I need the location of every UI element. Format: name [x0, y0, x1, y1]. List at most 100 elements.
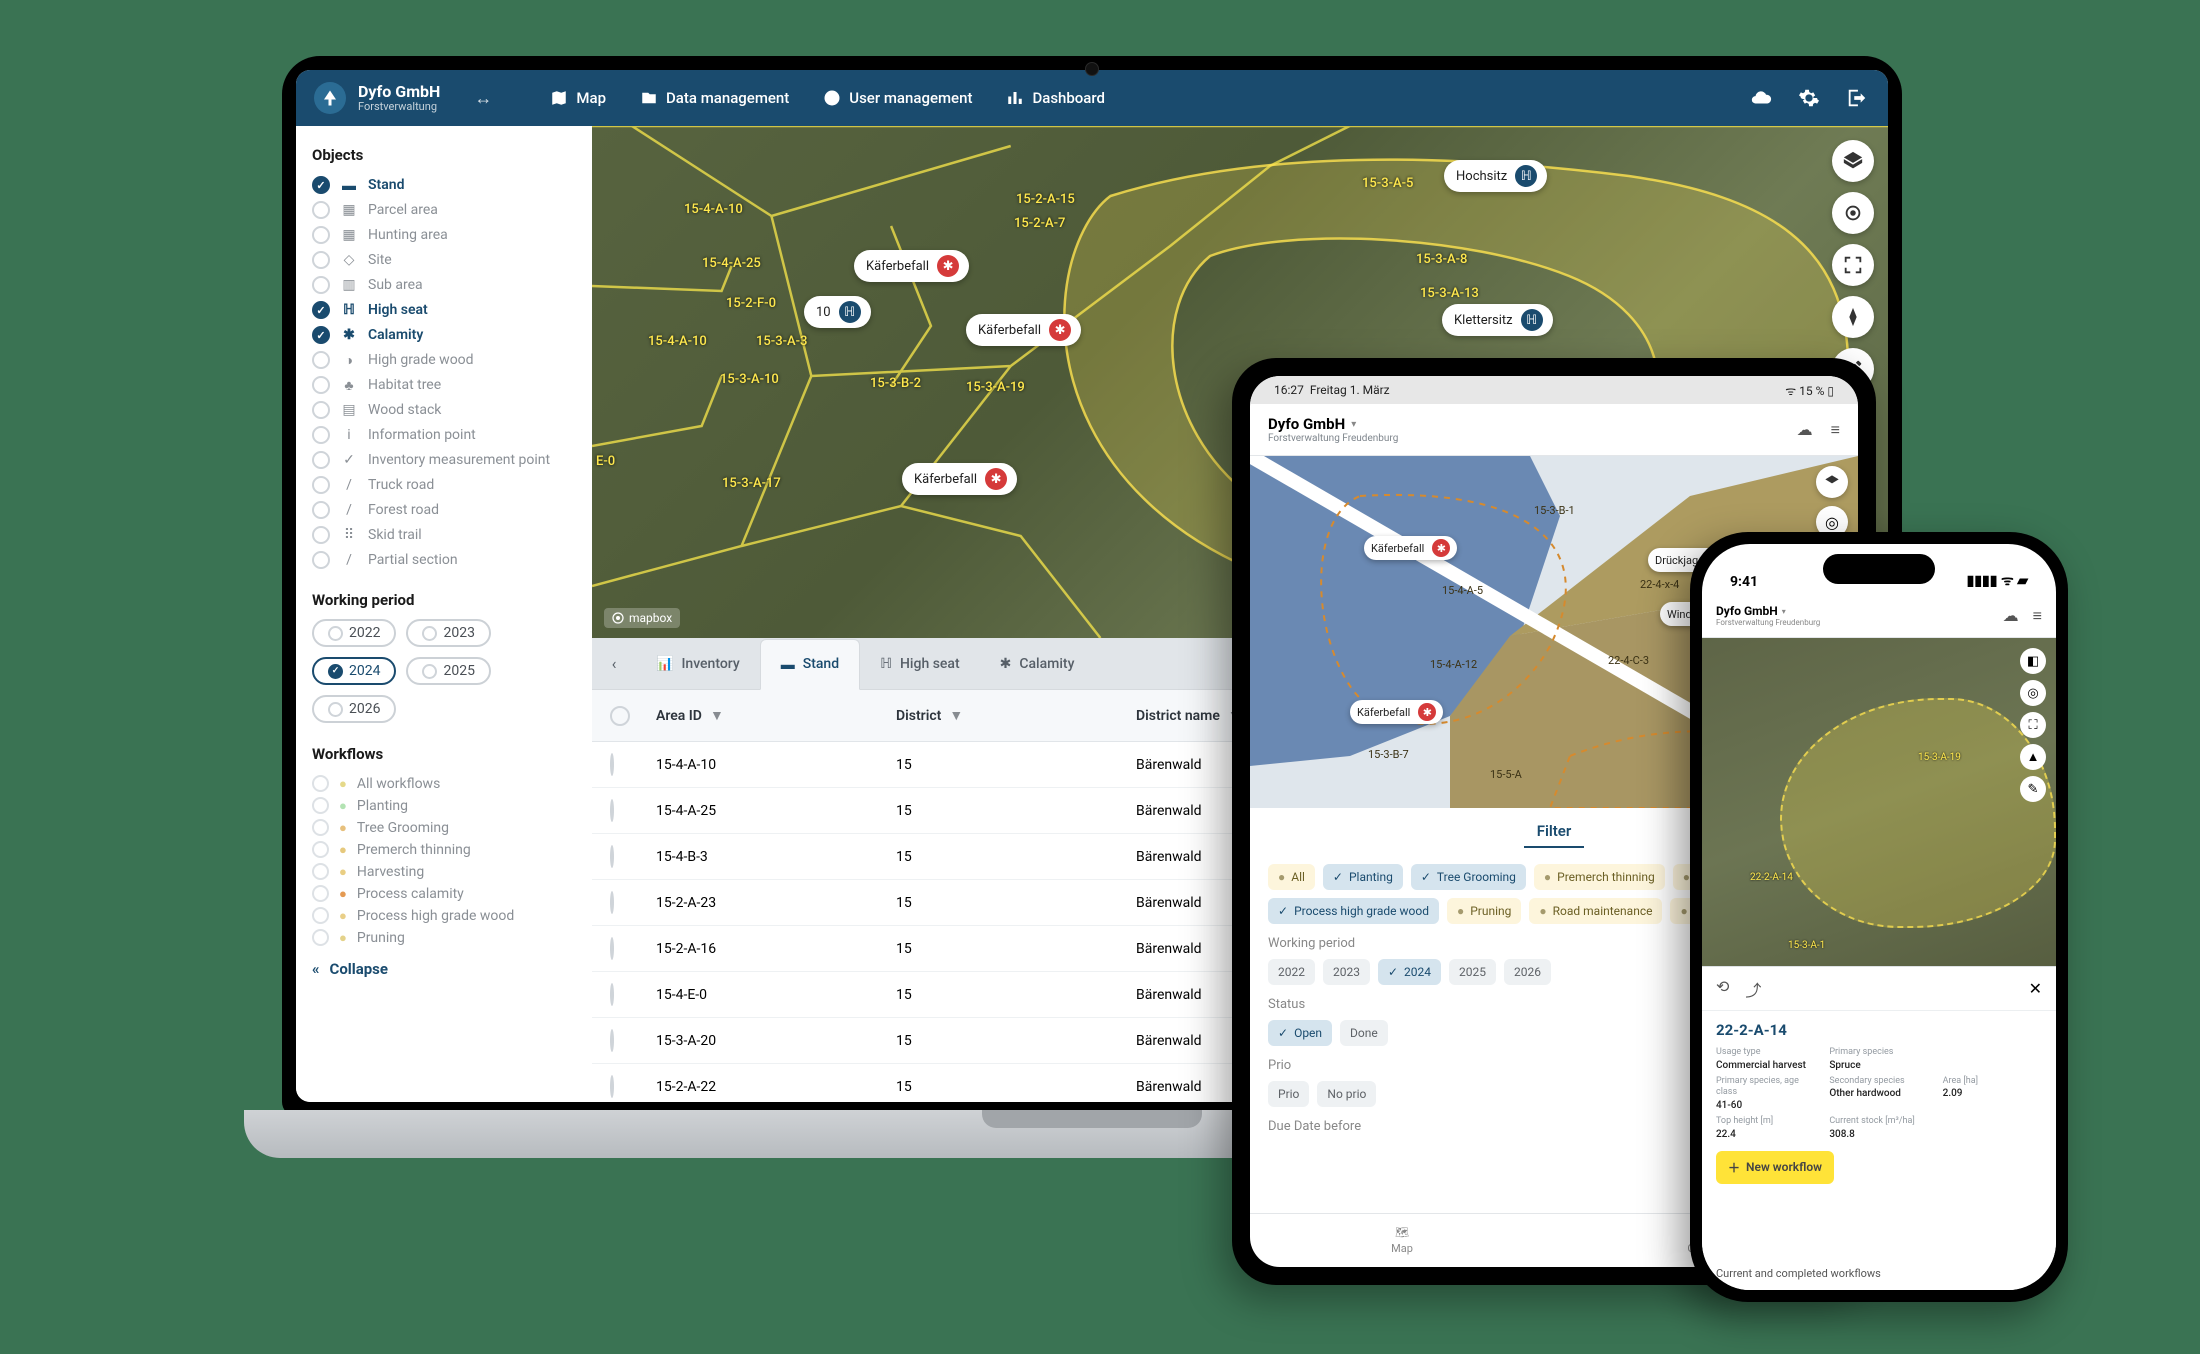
filter-chip[interactable]: ●All [1268, 864, 1315, 890]
object-item[interactable]: /Forest road [312, 499, 576, 521]
row-select[interactable] [610, 939, 656, 958]
filter-chip[interactable]: ●Road maintenance [1529, 898, 1662, 924]
year-chip[interactable]: 2026 [1504, 959, 1551, 985]
layers-icon[interactable]: ◧ [2020, 648, 2046, 674]
object-item[interactable]: ✓Inventory measurement point [312, 449, 576, 471]
filter-chip[interactable]: ✓Planting [1323, 864, 1403, 890]
map-pin[interactable]: Käferbefall✱ [1350, 700, 1443, 724]
row-select[interactable] [610, 1031, 656, 1050]
cloud-icon[interactable]: ☁ [1797, 420, 1813, 439]
tab-highseat[interactable]: ℍ High seat [860, 638, 980, 689]
nav-user[interactable]: User management [823, 89, 972, 107]
chevron-down-icon[interactable]: ▾ [1782, 607, 1786, 616]
workflow-item[interactable]: ●Harvesting [312, 861, 576, 882]
map-pin[interactable]: Käferbefall✱ [1364, 536, 1457, 560]
layers-icon[interactable] [1816, 466, 1848, 498]
phone-map[interactable]: 22-2-A-1415-3-A-1915-3-A-1 ◧ ◎ ⛶ ▲ ✎ [1702, 638, 2056, 966]
object-item[interactable]: iInformation point [312, 424, 576, 446]
workflow-item[interactable]: ●Planting [312, 795, 576, 816]
row-select[interactable] [610, 847, 656, 866]
nav-map[interactable]: Map [550, 89, 606, 107]
filter-chip[interactable]: ●Premerch thinning [1534, 864, 1665, 890]
layers-icon[interactable] [1832, 140, 1874, 182]
link-icon[interactable]: ⟲ [1716, 977, 1729, 1001]
year-chip[interactable]: 2023 [406, 619, 490, 647]
nav-data[interactable]: Data management [640, 89, 789, 107]
workflow-item[interactable]: ●Process high grade wood [312, 905, 576, 926]
crosshair-icon[interactable]: ◎ [2020, 680, 2046, 706]
workflow-item[interactable]: ●Premerch thinning [312, 839, 576, 860]
pencil-icon[interactable]: ✎ [2020, 776, 2046, 802]
year-chip[interactable]: 2022 [312, 619, 396, 647]
workflow-item[interactable]: ●Pruning [312, 927, 576, 948]
year-chip[interactable]: 2026 [312, 695, 396, 723]
tab-inventory[interactable]: 📊 Inventory [636, 638, 760, 689]
object-item[interactable]: ▬Stand [312, 174, 576, 196]
nav-dashboard[interactable]: Dashboard [1006, 89, 1105, 107]
compass-icon[interactable] [1832, 296, 1874, 338]
tab-calamity[interactable]: ✱ Calamity [980, 638, 1095, 689]
year-chip[interactable]: 2025 [406, 657, 490, 685]
map-pin[interactable]: 10ℍ [804, 296, 871, 328]
map-pin[interactable]: Klettersitzℍ [1442, 304, 1553, 336]
object-item[interactable]: /Truck road [312, 474, 576, 496]
row-select[interactable] [610, 755, 656, 774]
row-select[interactable] [610, 801, 656, 820]
fullscreen-icon[interactable]: ⛶ [2020, 712, 2046, 738]
object-item[interactable]: ✱Calamity [312, 324, 576, 346]
row-select[interactable] [610, 1077, 656, 1096]
filter-chip[interactable]: ●Pruning [1447, 898, 1521, 924]
workflow-item[interactable]: ●Tree Grooming [312, 817, 576, 838]
new-workflow-button[interactable]: ＋ New workflow [1716, 1151, 1834, 1184]
row-select[interactable] [610, 893, 656, 912]
status-chip[interactable]: ✓Open [1268, 1020, 1332, 1046]
close-icon[interactable]: ✕ [2029, 979, 2042, 998]
cloud-icon[interactable] [1748, 85, 1774, 111]
map-pin[interactable]: Käferbefall✱ [854, 250, 969, 282]
cloud-icon[interactable]: ☁ [2003, 606, 2019, 626]
object-item[interactable]: ▦Hunting area [312, 224, 576, 246]
year-chip[interactable]: 2025 [1449, 959, 1496, 985]
col-area[interactable]: Area ID▼ [656, 707, 896, 724]
share-icon[interactable]: ⤴ [1745, 977, 1761, 1001]
object-item[interactable]: /Partial section [312, 549, 576, 571]
year-chip[interactable]: 2023 [1323, 959, 1370, 985]
object-item[interactable]: ℍHigh seat [312, 299, 576, 321]
row-select[interactable] [610, 985, 656, 1004]
menu-icon[interactable]: ≡ [1831, 420, 1840, 440]
tab-stand[interactable]: ▬ Stand [760, 639, 860, 690]
gear-icon[interactable] [1796, 85, 1822, 111]
col-district[interactable]: District▼ [896, 707, 1136, 724]
workflow-item[interactable]: ●Process calamity [312, 883, 576, 904]
workflow-item[interactable]: ●All workflows [312, 773, 576, 794]
locate-icon[interactable] [1832, 192, 1874, 234]
object-item[interactable]: ◑High grade wood [312, 349, 576, 371]
prio-chip[interactable]: No prio [1317, 1081, 1376, 1107]
logout-icon[interactable] [1844, 85, 1870, 111]
year-chip[interactable]: 2022 [1268, 959, 1315, 985]
year-chip[interactable]: ✓2024 [1378, 959, 1441, 985]
object-item[interactable]: ◇Site [312, 249, 576, 271]
map-pin[interactable]: Käferbefall✱ [966, 314, 1081, 346]
object-item[interactable]: ▥Sub area [312, 274, 576, 296]
year-chip[interactable]: 2024 [312, 657, 396, 685]
filter-chip[interactable]: ✓Process high grade wood [1268, 898, 1439, 924]
object-item[interactable]: ⠿Skid trail [312, 524, 576, 546]
bottomnav-map[interactable]: 🗺 Map [1250, 1214, 1554, 1267]
prio-chip[interactable]: Prio [1268, 1081, 1309, 1107]
tab-prev-icon[interactable]: ‹ [592, 654, 636, 673]
collapse-button[interactable]: « Collapse [312, 960, 576, 978]
menu-icon[interactable]: ≡ [2033, 606, 2042, 626]
status-chip[interactable]: Done [1340, 1020, 1388, 1046]
compass-icon[interactable]: ▲ [2020, 744, 2046, 770]
object-item[interactable]: ♣Habitat tree [312, 374, 576, 396]
chevron-down-icon[interactable]: ▾ [1351, 419, 1356, 430]
select-all[interactable] [610, 706, 656, 726]
fullscreen-icon[interactable] [1832, 244, 1874, 286]
sidebar-toggle-icon[interactable]: ↔ [474, 88, 492, 109]
object-item[interactable]: ▤Wood stack [312, 399, 576, 421]
filter-chip[interactable]: ✓Tree Grooming [1411, 864, 1526, 890]
map-pin[interactable]: Käferbefall✱ [902, 463, 1017, 495]
map-pin[interactable]: Hochsitzℍ [1444, 160, 1547, 192]
object-item[interactable]: ▦Parcel area [312, 199, 576, 221]
